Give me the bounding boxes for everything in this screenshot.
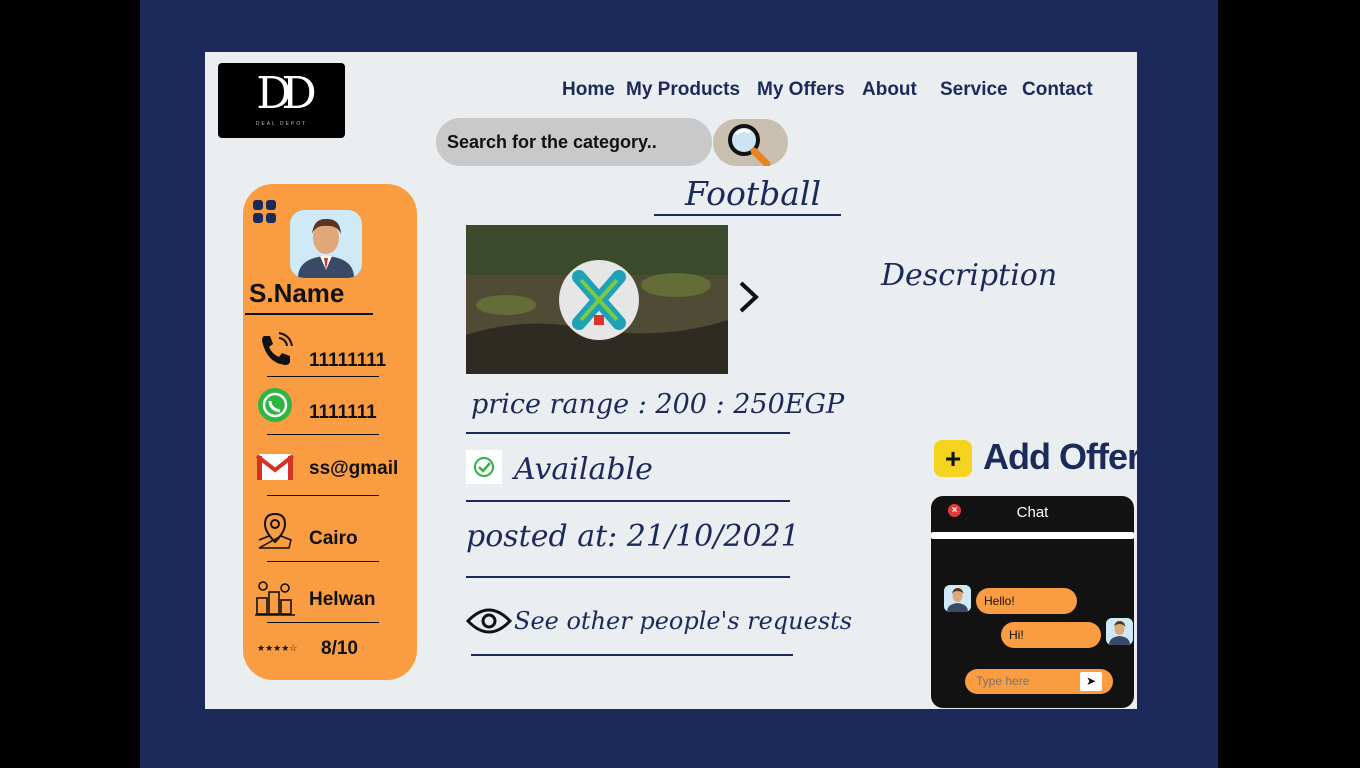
seller-card: S.Name 11111111 1111111 ss@gmail Cairo H… <box>243 184 417 680</box>
chat-avatar-me <box>1106 618 1133 645</box>
eye-icon[interactable] <box>466 605 512 637</box>
gmail-icon <box>256 454 294 480</box>
nav-home[interactable]: Home <box>562 79 615 101</box>
divider <box>267 495 379 496</box>
email-address: ss@gmail <box>309 458 399 479</box>
nav-my-products[interactable]: My Products <box>626 79 740 101</box>
chat-avatar-other <box>944 585 971 612</box>
chat-message-other: Hello! <box>976 588 1077 614</box>
nav-my-offers[interactable]: My Offers <box>757 79 845 101</box>
search-button[interactable] <box>713 119 788 168</box>
whatsapp-number: 1111111 <box>309 402 377 423</box>
divider <box>267 561 379 562</box>
chat-title: Chat <box>1016 504 1049 521</box>
divider <box>466 500 790 502</box>
avatar-person-icon <box>944 585 971 612</box>
chat-widget: × Chat Hello! Hi! ➤ <box>931 496 1134 708</box>
search-placeholder: Search for the category.. <box>447 132 657 152</box>
product-title: Football <box>685 174 821 213</box>
divider <box>245 313 373 315</box>
nav-contact[interactable]: Contact <box>1022 79 1093 101</box>
rating-stars: ★★★★☆ <box>257 643 298 653</box>
product-image[interactable] <box>466 225 728 374</box>
logo-tagline: DEAL DEPOT <box>255 121 308 127</box>
plus-icon[interactable]: + <box>934 440 972 477</box>
divider <box>466 576 790 578</box>
location-pin-icon <box>258 512 292 549</box>
rating-score: 8/10 <box>321 638 358 659</box>
nav-service[interactable]: Service <box>940 79 1008 101</box>
chat-input-box: ➤ <box>965 669 1113 694</box>
chat-message-me: Hi! <box>1001 622 1101 648</box>
avatar-person-icon <box>290 210 362 278</box>
district: Helwan <box>309 589 376 610</box>
city-buildings-icon <box>255 581 295 616</box>
price-range: price range : 200 : 250EGP <box>471 389 845 420</box>
chat-message-input[interactable] <box>974 673 1078 689</box>
page: DD DEAL DEPOT Home My Products My Offers… <box>205 52 1141 709</box>
description-label: Description <box>881 258 1058 293</box>
divider <box>267 622 379 623</box>
football-image <box>466 225 728 374</box>
search-icon <box>728 124 771 168</box>
search-input[interactable]: Search for the category.. <box>436 118 712 166</box>
divider <box>471 654 793 656</box>
logo-mark: DD <box>256 68 317 119</box>
next-image-chevron-icon[interactable] <box>737 280 761 314</box>
other-requests-link[interactable]: See other people's requests <box>514 607 852 635</box>
divider <box>267 434 379 435</box>
phone-number: 11111111 <box>309 350 387 371</box>
grid-menu-icon[interactable] <box>253 200 277 224</box>
chat-divider <box>931 532 1134 539</box>
divider <box>267 376 379 377</box>
seller-name: S.Name <box>249 278 345 308</box>
send-icon[interactable]: ➤ <box>1080 672 1102 691</box>
avatar <box>290 210 362 278</box>
city: Cairo <box>309 528 358 549</box>
phone-icon <box>262 332 293 365</box>
nav-about[interactable]: About <box>862 79 917 101</box>
avatar-person-icon <box>1106 618 1133 645</box>
title-underline <box>654 214 841 216</box>
availability-status: Available <box>514 452 653 487</box>
whatsapp-icon <box>258 388 292 422</box>
logo[interactable]: DD DEAL DEPOT <box>218 63 345 138</box>
add-offer-button[interactable]: Add Offer <box>983 436 1141 478</box>
check-icon <box>466 450 502 484</box>
posted-date: posted at: 21/10/2021 <box>466 519 800 554</box>
divider <box>466 432 790 434</box>
